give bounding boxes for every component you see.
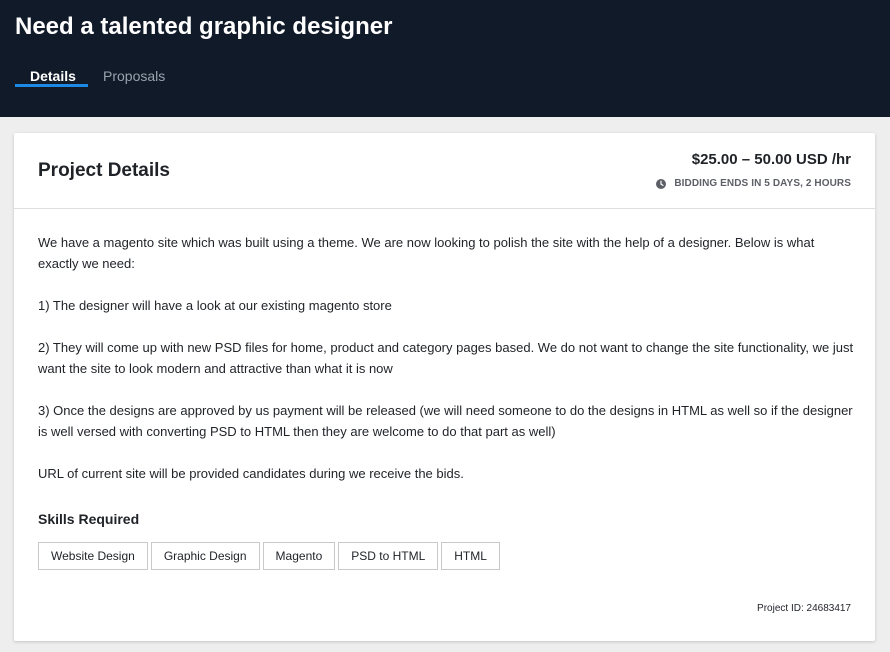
description-paragraph: We have a magento site which was built u… — [38, 235, 815, 271]
page-header: Need a talented graphic designer Details… — [0, 0, 890, 117]
skill-tag-website-design[interactable]: Website Design — [38, 542, 148, 570]
project-description: We have a magento site which was built u… — [38, 232, 858, 505]
skill-tag-graphic-design[interactable]: Graphic Design — [150, 542, 260, 570]
project-details-card: Project Details $25.00 – 50.00 USD /hr B… — [14, 133, 875, 641]
clock-icon — [656, 179, 667, 189]
card-title: Project Details — [38, 160, 170, 181]
tab-proposals[interactable]: Proposals — [88, 51, 180, 102]
skills-heading: Skills Required — [38, 511, 140, 527]
description-paragraph: URL of current site will be provided can… — [38, 466, 464, 481]
description-paragraph: 2) They will come up with new PSD files … — [38, 340, 854, 376]
skill-tag-html[interactable]: HTML — [441, 542, 500, 570]
card-header: Project Details $25.00 – 50.00 USD /hr B… — [14, 133, 875, 209]
project-id: Project ID: 24683417 — [757, 603, 851, 614]
bidding-ends: BIDDING ENDS IN 5 DAYS, 2 HOURS — [656, 177, 851, 191]
description-paragraph: 3) Once the designs are approved by us p… — [38, 403, 853, 439]
skills-list: Website Design Graphic Design Magento PS… — [38, 542, 503, 570]
tab-details[interactable]: Details — [15, 51, 88, 102]
budget-range: $25.00 – 50.00 USD /hr — [691, 151, 851, 168]
description-paragraph: 1) The designer will have a look at our … — [38, 298, 392, 313]
skill-tag-psd-to-html[interactable]: PSD to HTML — [338, 542, 439, 570]
bidding-ends-text: BIDDING ENDS IN 5 DAYS, 2 HOURS — [674, 178, 851, 189]
tab-bar: Details Proposals — [15, 66, 180, 117]
skill-tag-magento[interactable]: Magento — [262, 542, 336, 570]
project-title: Need a talented graphic designer — [15, 13, 393, 40]
